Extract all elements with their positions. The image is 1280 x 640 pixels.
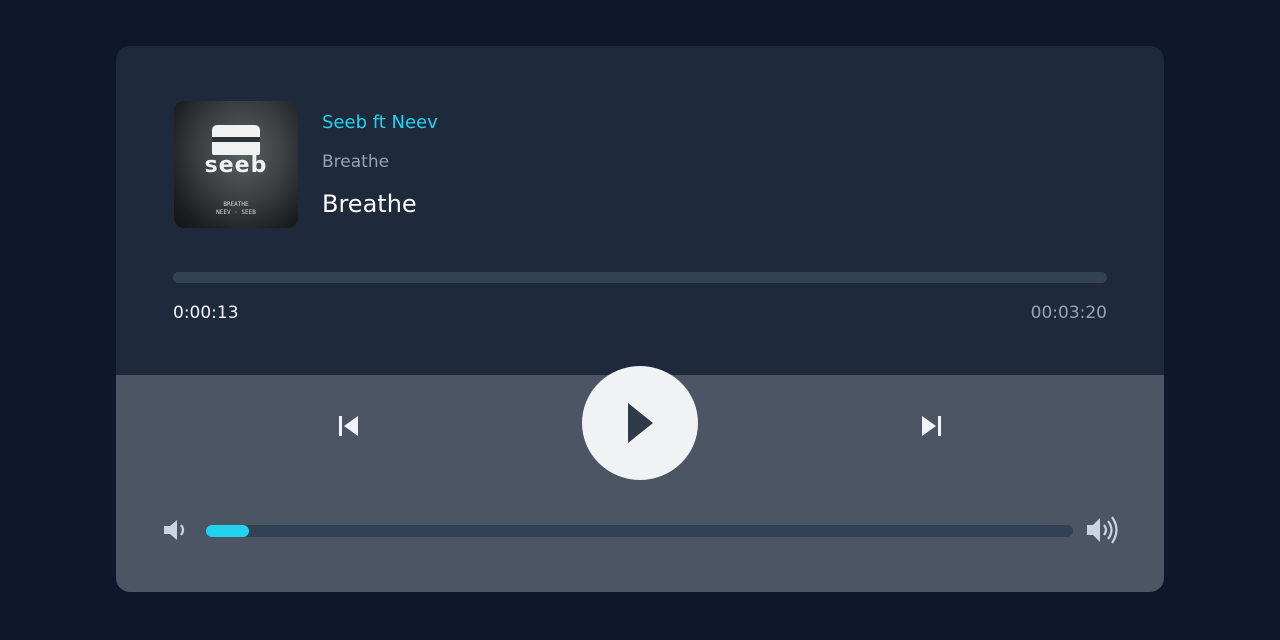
skip-previous-icon <box>339 416 358 436</box>
cover-logo-text: seeb <box>204 153 268 178</box>
volume-level <box>206 525 250 537</box>
play-icon <box>628 403 653 443</box>
album-cover: seeb BREATHE NEEV · SEEB <box>174 101 298 228</box>
progress-fill <box>173 272 234 283</box>
volume-low-icon <box>164 520 185 540</box>
cover-small-text: BREATHE NEEV · SEEB <box>216 201 256 216</box>
play-button[interactable] <box>582 366 698 480</box>
total-time: 00:03:20 <box>1030 303 1107 323</box>
track-title: Breathe <box>322 190 417 218</box>
album-name: Breathe <box>322 152 390 172</box>
music-player-card: seeb BREATHE NEEV · SEEB Seeb ft Neev Br… <box>116 46 1164 592</box>
artist-name: Seeb ft Neev <box>322 112 438 133</box>
seeb-logo-mark <box>212 125 260 155</box>
volume-high-icon <box>1087 516 1118 544</box>
volume-low-button[interactable] <box>160 516 190 544</box>
volume-slider[interactable] <box>206 525 1073 537</box>
progress-bar[interactable] <box>173 272 1107 283</box>
next-track-button[interactable] <box>911 406 951 446</box>
current-time: 0:00:13 <box>173 303 239 323</box>
volume-high-button[interactable] <box>1084 515 1120 545</box>
previous-track-button[interactable] <box>329 406 369 446</box>
skip-next-icon <box>922 416 941 436</box>
